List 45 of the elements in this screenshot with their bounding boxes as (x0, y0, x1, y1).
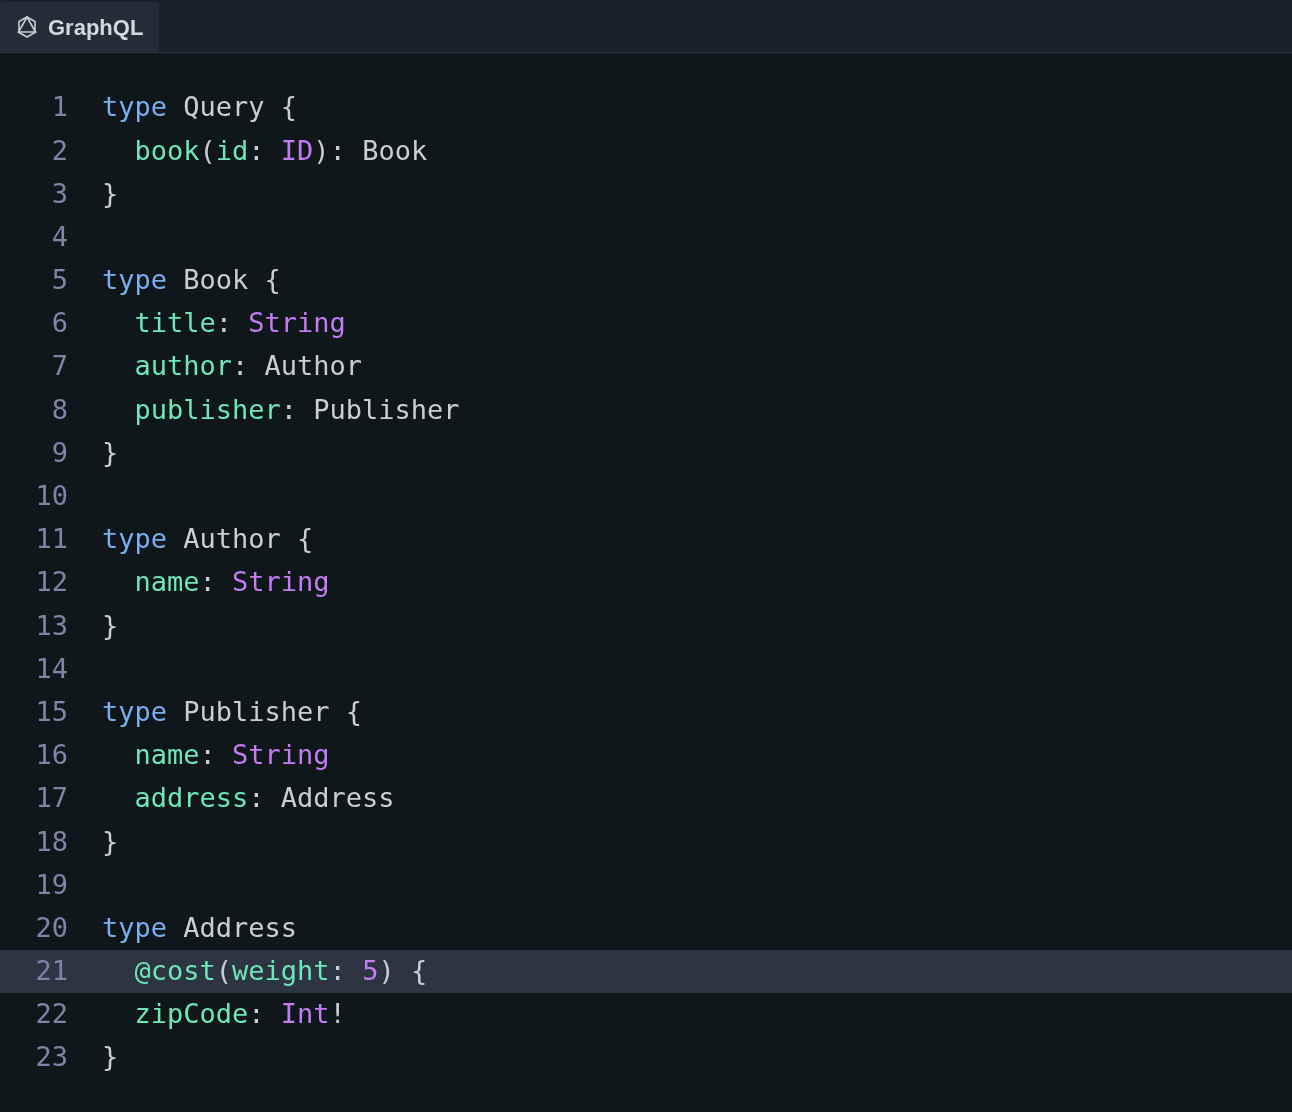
line-number: 10 (34, 479, 68, 514)
code-line: zipCode: Int! (133, 997, 346, 1032)
code-line: name: String (133, 565, 330, 600)
line-number: 14 (34, 651, 68, 686)
code-line: type Publisher { (102, 694, 363, 729)
line-number: 1 (50, 90, 68, 125)
code-line: @cost(weight: 5) { (133, 954, 428, 989)
code-line: type Address (102, 910, 298, 945)
code-line: name: String (133, 738, 330, 773)
line-number: 19 (34, 867, 68, 902)
line-number: 5 (50, 263, 68, 298)
line-number: 18 (34, 824, 68, 859)
code-line: } (102, 608, 119, 643)
code-line: type Book { (102, 263, 281, 298)
tab-label: GraphQL (48, 13, 144, 42)
line-number: 7 (50, 349, 68, 384)
line-number: 13 (34, 608, 68, 643)
line-number: 15 (34, 694, 68, 729)
line-number: 2 (50, 133, 68, 168)
code-line: book(id: ID): Book (133, 133, 428, 168)
code-line: } (102, 435, 119, 470)
code-line: address: Address (133, 781, 395, 816)
code-line: title: String (133, 306, 346, 341)
code-line: author: Author (133, 349, 363, 384)
line-number: 4 (50, 219, 68, 254)
line-number: 6 (50, 306, 68, 341)
line-number: 20 (34, 910, 68, 945)
code-line: } (102, 176, 119, 211)
line-number: 22 (34, 997, 68, 1032)
editor-tab[interactable]: GraphQL (0, 2, 160, 52)
line-number: 3 (50, 176, 68, 211)
code-line: type Query { (102, 90, 298, 125)
line-number: 16 (34, 738, 68, 773)
graphql-icon (16, 15, 38, 39)
code-line: type Author { (102, 522, 314, 557)
line-number: 12 (34, 565, 68, 600)
line-number: 8 (50, 392, 68, 427)
code-line: } (102, 1040, 119, 1075)
code-line: publisher: Publisher (133, 392, 460, 427)
line-number: 11 (34, 522, 68, 557)
line-number: 23 (34, 1040, 68, 1075)
line-number: 9 (50, 435, 68, 470)
line-number: 17 (34, 781, 68, 816)
code-line: } (102, 824, 119, 859)
line-number: 21 (34, 954, 68, 989)
